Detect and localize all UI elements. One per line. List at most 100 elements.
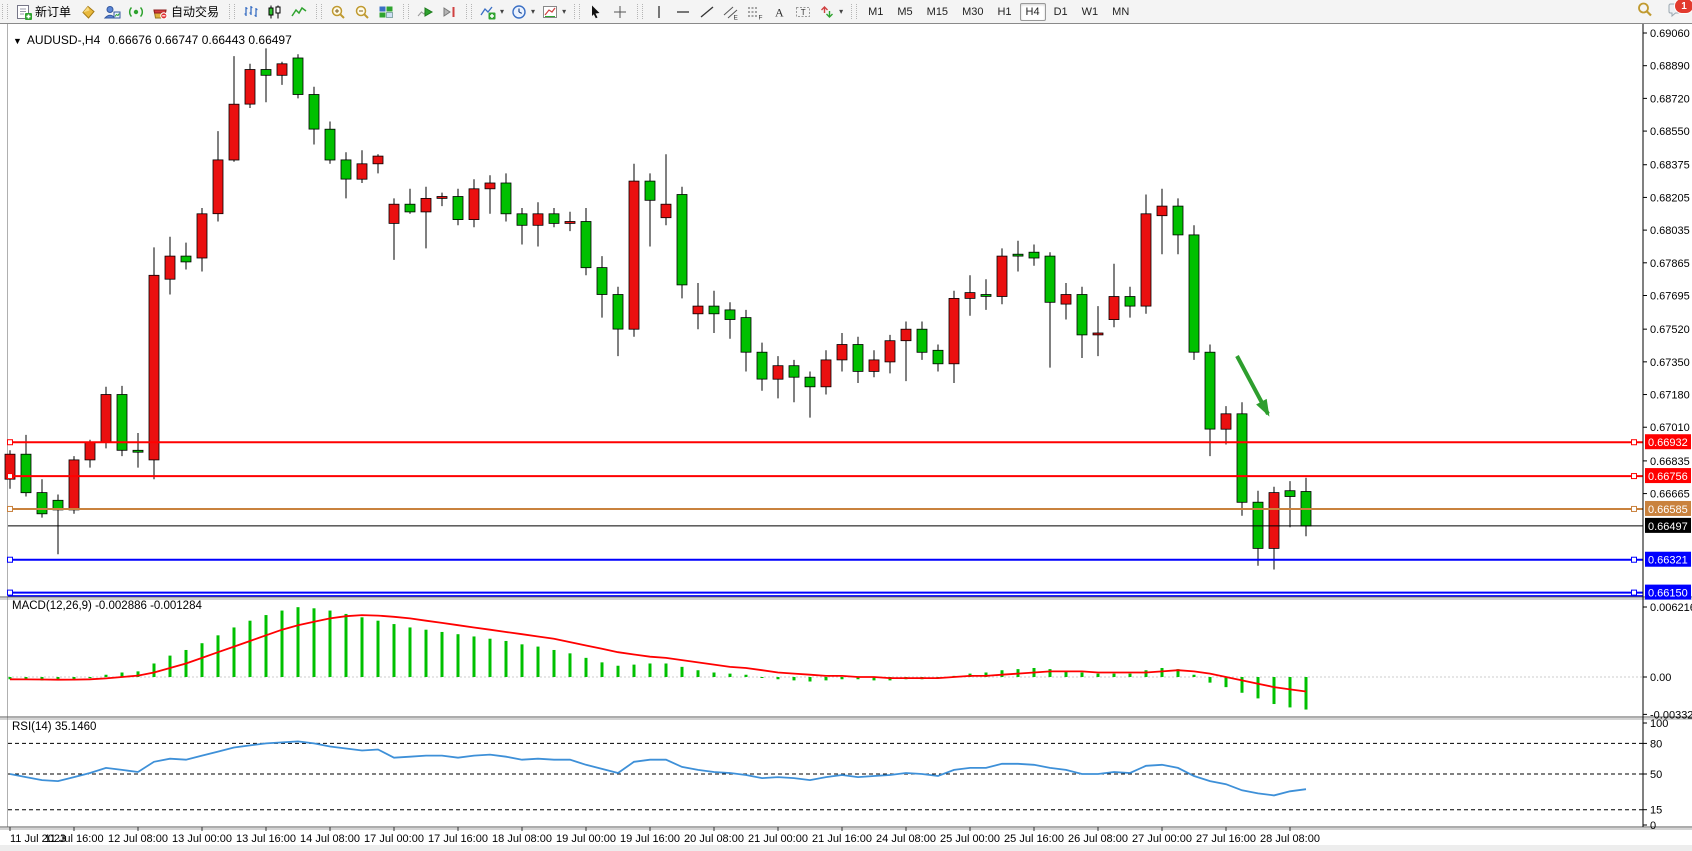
macd-bar xyxy=(665,663,668,677)
signal-icon xyxy=(127,4,145,20)
autoscroll-icon xyxy=(416,4,434,20)
axis-text: 19 Jul 00:00 xyxy=(556,833,616,845)
rsi-label: RSI(14) 35.1460 xyxy=(12,721,96,733)
line-handle-right-0.66756[interactable] xyxy=(1632,474,1637,479)
timeframe-button-m5[interactable]: M5 xyxy=(891,3,918,21)
svg-text:E: E xyxy=(734,14,739,20)
timeframe-button-d1[interactable]: D1 xyxy=(1048,3,1074,21)
text-icon: A xyxy=(770,4,788,20)
axis-text: 0.68035 xyxy=(1650,225,1690,237)
axis-text: 0.66665 xyxy=(1650,489,1690,501)
trendline-button[interactable] xyxy=(695,2,719,22)
chart-shift-button[interactable] xyxy=(437,2,461,22)
macd-bar xyxy=(713,672,716,677)
axis-text: 100 xyxy=(1650,718,1668,730)
candle-bear xyxy=(309,95,319,130)
axis-text: 0.68890 xyxy=(1650,61,1690,73)
horizontal-line-button[interactable] xyxy=(671,2,695,22)
axis-text: 0.69060 xyxy=(1650,28,1690,40)
macd-bar xyxy=(745,675,748,677)
axis-text: 0.66585 xyxy=(1648,504,1688,516)
search-button[interactable] xyxy=(1636,1,1654,22)
axis-text: 0.66321 xyxy=(1648,555,1688,567)
candle-bear xyxy=(677,195,687,285)
quotes-button[interactable] xyxy=(76,2,100,22)
candle-bear xyxy=(853,345,863,372)
toolbar-grip xyxy=(637,4,643,19)
dropdown-arrow-icon[interactable]: ▾ xyxy=(531,7,535,16)
fibonacci-button[interactable]: F xyxy=(743,2,767,22)
toolbar-group xyxy=(314,1,401,23)
axis-text: 13 Jul 00:00 xyxy=(172,833,232,845)
profile-button[interactable] xyxy=(100,2,124,22)
axis-text: 0.68550 xyxy=(1650,126,1690,138)
timeframe-button-mn[interactable]: MN xyxy=(1106,3,1135,21)
templates-button[interactable]: ▾ xyxy=(538,2,569,22)
timeframe-button-h1[interactable]: H1 xyxy=(991,3,1017,21)
chevron-down-icon[interactable]: ▼ xyxy=(13,36,22,46)
candle-bear xyxy=(1173,206,1183,235)
macd-bar xyxy=(153,663,156,677)
crosshair-button[interactable] xyxy=(608,2,632,22)
candle-bull xyxy=(997,256,1007,296)
autotrading-button[interactable]: 自动交易 xyxy=(148,1,224,22)
axis-text: 15 xyxy=(1650,805,1662,817)
candle-bull xyxy=(1157,206,1167,216)
periods-button[interactable]: ▾ xyxy=(507,2,538,22)
candle-bull xyxy=(1141,214,1151,306)
text-label-button[interactable]: T xyxy=(791,2,815,22)
arrows-button[interactable]: ▾ xyxy=(815,2,846,22)
toolbar-group xyxy=(401,1,464,23)
dropdown-arrow-icon[interactable]: ▾ xyxy=(839,7,843,16)
timeframe-button-h4[interactable]: H4 xyxy=(1020,3,1046,21)
new-order-button[interactable]: 新订单 xyxy=(12,1,76,22)
candle-bear xyxy=(981,295,991,297)
toolbar-grip xyxy=(403,4,409,19)
toolbar-grip xyxy=(851,4,857,19)
candle-bull xyxy=(1061,295,1071,305)
gold-icon xyxy=(79,4,97,20)
line-handle-left-0.66321[interactable] xyxy=(8,557,13,562)
axis-text: 17 Jul 16:00 xyxy=(428,833,488,845)
notifications-chat-button[interactable]: 1 xyxy=(1668,1,1686,22)
tile-windows-button[interactable] xyxy=(374,2,398,22)
line-handle-right-0.66150[interactable] xyxy=(1632,590,1637,595)
equidistant-channel-button[interactable]: E xyxy=(719,2,743,22)
timeframe-button-m15[interactable]: M15 xyxy=(921,3,954,21)
macd-bar xyxy=(281,611,284,677)
indicators-button[interactable]: ▾ xyxy=(476,2,507,22)
macd-bar xyxy=(457,634,460,677)
zoom-out-button[interactable] xyxy=(350,2,374,22)
line-handle-left-0.66150[interactable] xyxy=(8,590,13,595)
line-handle-right-0.66321[interactable] xyxy=(1632,557,1637,562)
line-handle-right-0.66932[interactable] xyxy=(1632,440,1637,445)
axis-text: 21 Jul 00:00 xyxy=(748,833,808,845)
cursor-button[interactable] xyxy=(584,2,608,22)
axis-text: 80 xyxy=(1650,738,1662,750)
macd-bar xyxy=(313,608,316,677)
candlestick-chart-button[interactable] xyxy=(263,2,287,22)
line-handle-right-0.66585[interactable] xyxy=(1632,506,1637,511)
line-handle-left-0.66932[interactable] xyxy=(8,440,13,445)
zoom-in-button[interactable] xyxy=(326,2,350,22)
line-handle-left-0.66756[interactable] xyxy=(8,474,13,479)
dropdown-arrow-icon[interactable]: ▾ xyxy=(500,7,504,16)
auto-scroll-button[interactable] xyxy=(413,2,437,22)
zoomout-icon xyxy=(353,4,371,20)
line-handle-left-0.66585[interactable] xyxy=(8,506,13,511)
vertical-line-button[interactable] xyxy=(647,2,671,22)
timeframe-button-m30[interactable]: M30 xyxy=(956,3,989,21)
text-button[interactable]: A xyxy=(767,2,791,22)
axis-text: 0.67865 xyxy=(1650,258,1690,270)
line-chart-button[interactable] xyxy=(287,2,311,22)
macd-bar xyxy=(1161,668,1164,677)
signals-button[interactable] xyxy=(124,2,148,22)
macd-bar xyxy=(249,621,252,677)
dropdown-arrow-icon[interactable]: ▾ xyxy=(562,7,566,16)
timeframe-button-w1[interactable]: W1 xyxy=(1076,3,1105,21)
bar-chart-button[interactable] xyxy=(239,2,263,22)
axis-text: 26 Jul 08:00 xyxy=(1068,833,1128,845)
macd-bar xyxy=(329,611,332,677)
macd-bar xyxy=(1001,670,1004,677)
timeframe-button-m1[interactable]: M1 xyxy=(862,3,889,21)
